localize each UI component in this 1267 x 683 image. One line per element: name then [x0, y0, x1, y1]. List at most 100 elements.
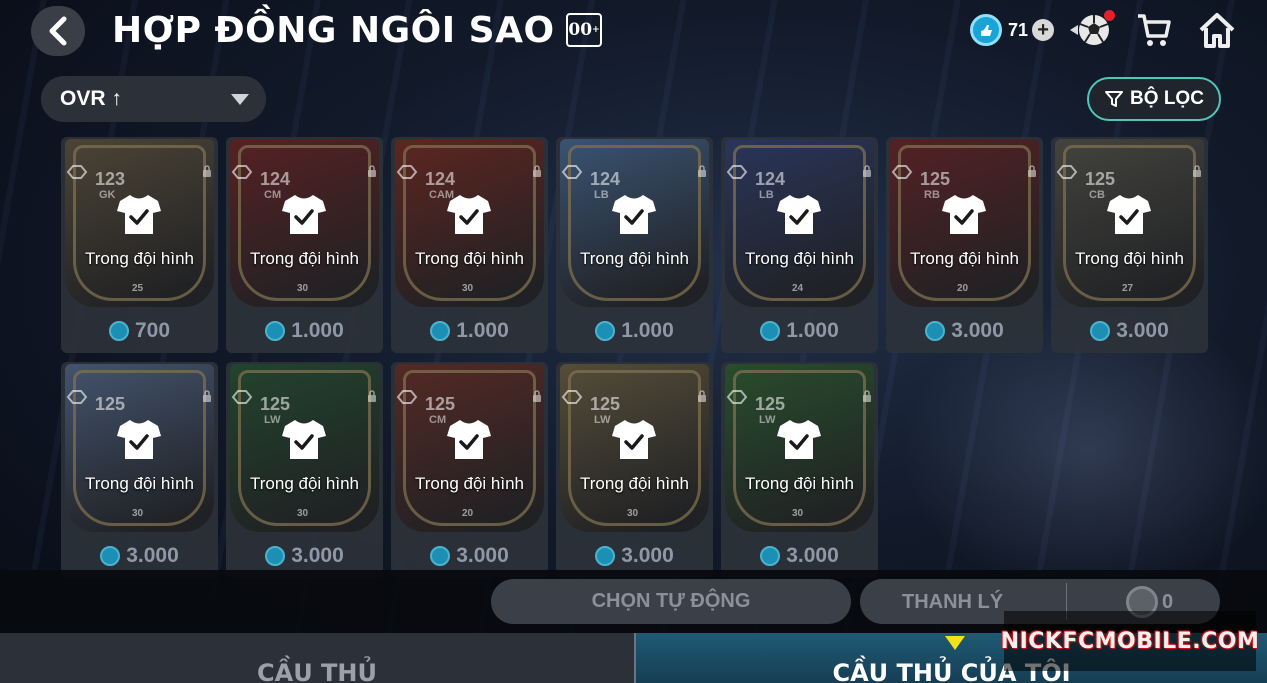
card-type-icon [726, 165, 748, 179]
currency-value: 71 [1008, 19, 1029, 40]
player-position: GK [99, 189, 116, 201]
player-card[interactable]: 125 LW 30 Trong đội hình 3.000 [721, 362, 878, 578]
shirt-check-icon [612, 195, 656, 234]
tab-players[interactable]: CẦU THỦ [0, 633, 634, 683]
auto-select-button[interactable]: CHỌN TỰ ĐỘNG [491, 579, 851, 624]
notification-dot [1104, 10, 1115, 21]
player-level: 30 [627, 508, 639, 519]
coin-icon [595, 546, 616, 566]
card-price: 3.000 [61, 544, 218, 568]
in-squad-label: Trong đội hình [1075, 249, 1184, 268]
coin-icon [1090, 321, 1111, 341]
player-card[interactable]: 125 LW 30 Trong đội hình 3.000 [556, 362, 713, 578]
price-value: 700 [134, 319, 171, 342]
chevron-left-icon [49, 16, 67, 46]
player-card[interactable]: 124 LB Trong đội hình 1.000 [556, 137, 713, 353]
card-price: 3.000 [721, 544, 878, 568]
player-card[interactable]: 125 LW 30 Trong đội hình 3.000 [226, 362, 383, 578]
lock-icon [1028, 165, 1036, 177]
card-type-icon [231, 390, 253, 404]
price-value: 1.000 [786, 319, 839, 342]
player-card[interactable]: 125 30 Trong đội hình 3.000 [61, 362, 218, 578]
lock-icon [698, 165, 706, 177]
card-type-icon [396, 165, 418, 179]
card-price: 1.000 [391, 319, 548, 343]
lock-icon [1193, 165, 1201, 177]
coin-icon [108, 321, 129, 341]
cart-icon[interactable] [1136, 12, 1172, 48]
coin-icon [595, 321, 616, 341]
price-value: 3.000 [126, 544, 179, 567]
player-ovr: 124 [425, 169, 456, 189]
player-card[interactable]: 125 RB 20 Trong đội hình 3.000 [886, 137, 1043, 353]
active-tab-indicator [945, 636, 965, 650]
in-squad-label: Trong đội hình [250, 249, 359, 268]
lock-icon [533, 165, 541, 177]
player-card[interactable]: 125 CB 27 Trong đội hình 3.000 [1051, 137, 1208, 353]
player-ovr: 124 [260, 169, 291, 189]
coin-icon [430, 321, 451, 341]
player-level: 24 [792, 283, 804, 294]
filter-button[interactable]: BỘ LỌC [1087, 77, 1221, 121]
player-position: LW [594, 414, 611, 426]
card-price: 3.000 [556, 544, 713, 568]
card-price: 1.000 [556, 319, 713, 343]
shirt-check-icon [117, 420, 161, 459]
lock-icon [368, 390, 376, 402]
in-squad-label: Trong đội hình [85, 474, 194, 493]
player-level: 30 [132, 508, 144, 519]
card-type-icon [66, 390, 88, 404]
home-icon[interactable] [1198, 11, 1236, 49]
player-card[interactable]: 123 GK 25 Trong đội hình 700 [61, 137, 218, 353]
add-currency-button[interactable]: + [1032, 19, 1055, 41]
player-ovr: 125 [590, 394, 621, 414]
player-level: 30 [297, 508, 309, 519]
card-type-icon [396, 390, 418, 404]
lock-icon [698, 390, 706, 402]
card-price: 3.000 [226, 544, 383, 568]
player-ovr: 124 [590, 169, 621, 189]
player-position: LW [264, 414, 281, 426]
player-position: CM [264, 189, 282, 201]
card-price: 3.000 [886, 319, 1043, 343]
lock-icon [203, 165, 211, 177]
filter-icon [1105, 91, 1124, 107]
shirt-check-icon [117, 195, 161, 234]
player-card[interactable]: 125 CM 20 Trong đội hình 3.000 [391, 362, 548, 578]
player-card[interactable]: 124 LB 24 Trong đội hình 1.000 [721, 137, 878, 353]
sort-dropdown[interactable]: OVR ↑ [41, 76, 266, 122]
player-position: LB [594, 189, 609, 201]
price-value: 3.000 [621, 544, 674, 567]
player-level: 30 [462, 283, 474, 294]
shirt-check-icon [777, 420, 821, 459]
player-level: 20 [462, 508, 474, 519]
lock-icon [863, 390, 871, 402]
player-ovr: 125 [425, 394, 456, 414]
sort-label: OVR ↑ [60, 87, 122, 110]
watermark: NICKFCMOBILE.COM [1001, 611, 1259, 671]
card-type-icon [561, 165, 583, 179]
shirt-check-icon [447, 195, 491, 234]
card-price: 1.000 [226, 319, 383, 343]
card-price: 700 [61, 319, 218, 343]
player-card[interactable]: 124 CAM 30 Trong đội hình 1.000 [391, 137, 548, 353]
price-value: 3.000 [291, 544, 344, 567]
sell-label: THANH LÝ [902, 591, 1004, 613]
player-position: CM [429, 414, 447, 426]
back-button[interactable] [31, 6, 85, 56]
player-level: 25 [132, 283, 144, 294]
player-card[interactable]: 124 CM 30 Trong đội hình 1.000 [226, 137, 383, 353]
lock-icon [863, 165, 871, 177]
player-ovr: 125 [755, 394, 786, 414]
page-title: HỢP ĐỒNG NGÔI SAO [112, 10, 555, 51]
player-ovr: 125 [1085, 169, 1116, 189]
in-squad-label: Trong đội hình [415, 249, 524, 268]
coin-icon [265, 321, 286, 341]
shirt-check-icon [282, 195, 326, 234]
shirt-check-icon [942, 195, 986, 234]
player-level: 30 [297, 283, 309, 294]
card-type-icon [891, 165, 913, 179]
player-position: LW [759, 414, 776, 426]
card-type-icon [726, 390, 748, 404]
coin-icon [430, 546, 451, 566]
